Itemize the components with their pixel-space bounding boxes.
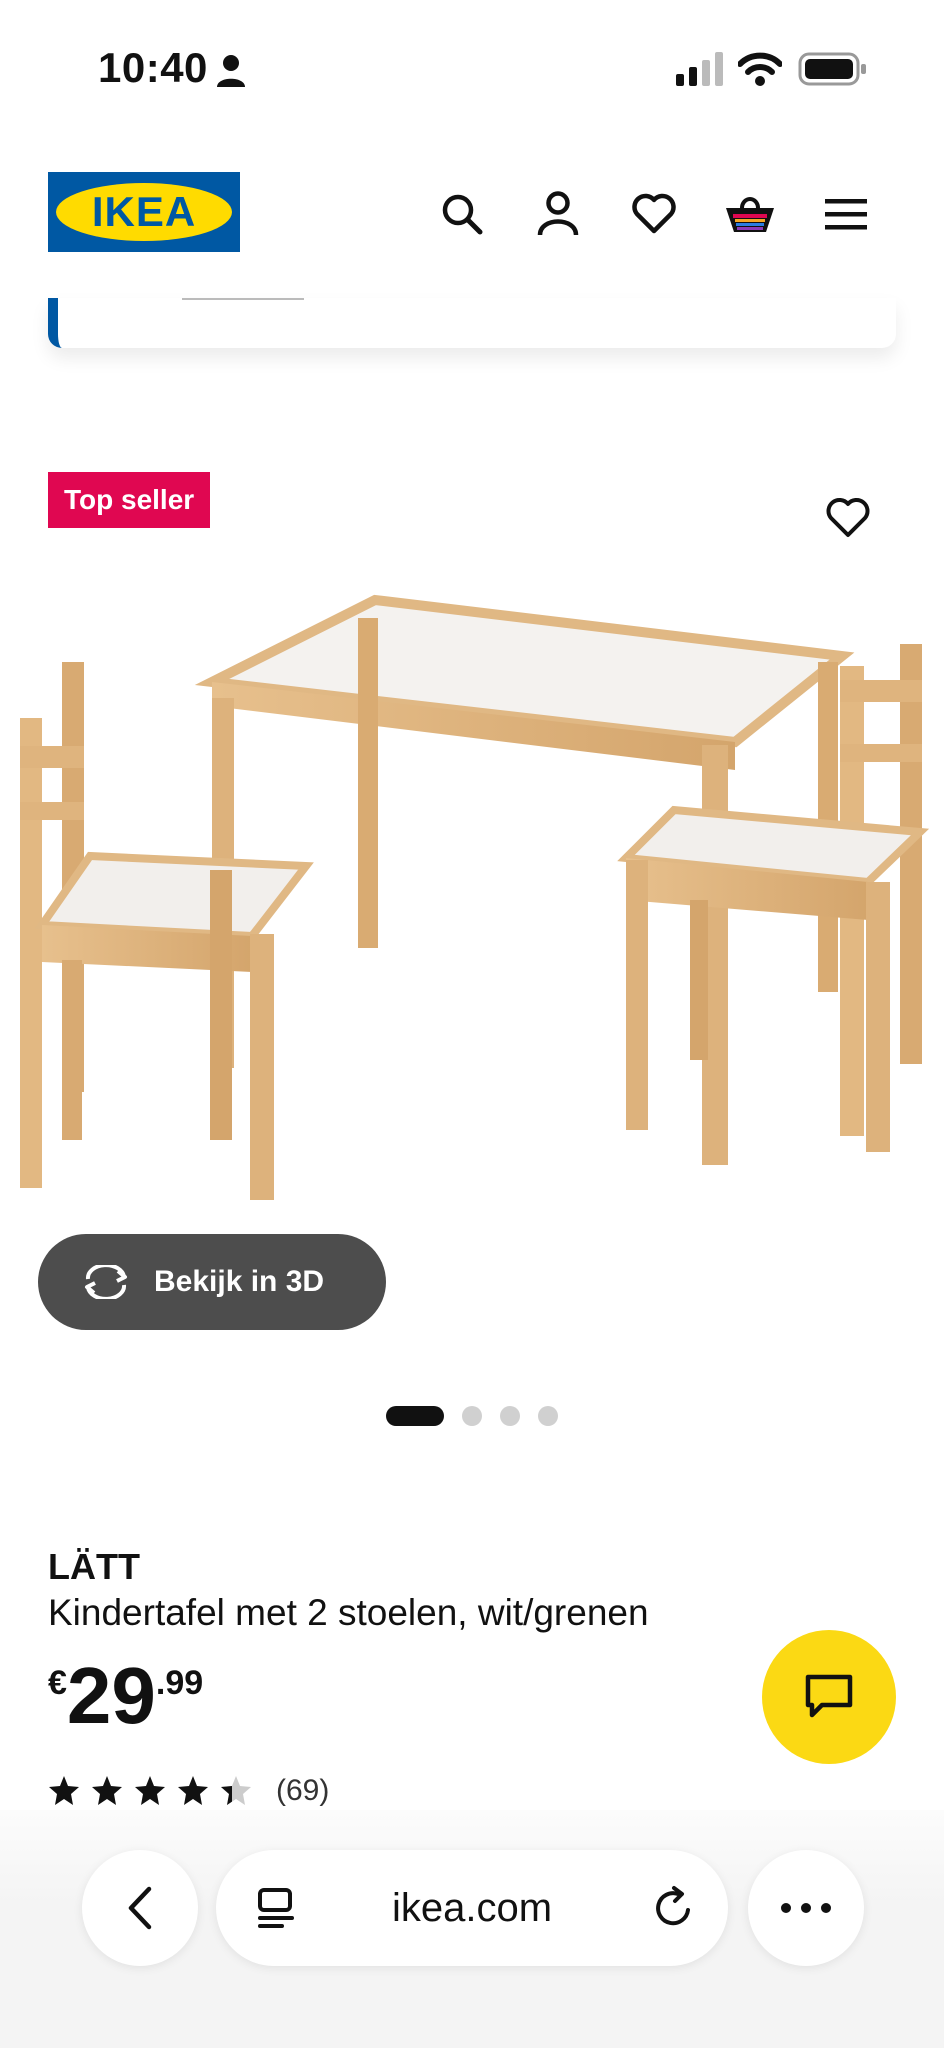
price-decimal: .99 (155, 1664, 204, 1702)
menu-icon[interactable] (818, 186, 874, 242)
logo-oval: IKEA (56, 183, 232, 241)
star-rating-icon (49, 1776, 251, 1805)
signal-icon (676, 52, 724, 91)
image-carousel-dots (0, 1406, 944, 1426)
browser-back-button[interactable] (82, 1850, 198, 1966)
reader-mode-icon[interactable] (256, 1886, 296, 1935)
reload-icon[interactable] (652, 1884, 696, 1935)
view-3d-label: Bekijk in 3D (154, 1265, 325, 1298)
status-bar: 10:40 (0, 0, 944, 130)
ellipsis-icon (781, 1903, 831, 1913)
battery-icon (798, 52, 868, 91)
heart-outline-icon (826, 498, 870, 537)
person-icon (216, 54, 246, 93)
wifi-icon (737, 52, 783, 91)
carousel-dot-1[interactable] (386, 1406, 444, 1426)
chat-bubble-icon (805, 1674, 853, 1718)
notice-underline (182, 298, 304, 300)
url-text: ikea.com (391, 1885, 553, 1930)
notice-card (48, 298, 896, 348)
top-seller-badge: Top seller (48, 472, 211, 528)
carousel-dot-4[interactable] (538, 1406, 558, 1426)
rotate-3d-icon (85, 1265, 127, 1299)
carousel-dot-3[interactable] (500, 1406, 520, 1426)
rating-count: (69) (276, 1774, 330, 1807)
status-time: 10:40 (98, 44, 208, 91)
heart-icon[interactable] (626, 186, 682, 242)
site-header: IKEA (0, 130, 944, 298)
ikea-logo[interactable]: IKEA (48, 172, 240, 252)
chat-button[interactable] (762, 1630, 896, 1764)
browser-more-button[interactable] (748, 1850, 864, 1966)
product-name: LÄTT (48, 1546, 140, 1587)
cart-icon[interactable] (722, 186, 778, 242)
view-3d-button[interactable]: Bekijk in 3D (38, 1234, 386, 1330)
carousel-dot-2[interactable] (462, 1406, 482, 1426)
account-icon[interactable] (530, 186, 586, 242)
price-currency: € (48, 1664, 67, 1702)
favorite-button[interactable] (820, 490, 876, 546)
address-bar[interactable]: ikea.com (216, 1850, 728, 1966)
chevron-left-icon (128, 1886, 152, 1930)
product-image[interactable] (0, 570, 944, 1230)
product-price: € 29 .99 (48, 1656, 203, 1736)
price-integer: 29 (66, 1651, 156, 1740)
logo-text: IKEA (91, 188, 197, 235)
product-rating[interactable]: (69) (48, 1774, 329, 1808)
search-icon[interactable] (434, 186, 490, 242)
product-description: Kindertafel met 2 stoelen, wit/grenen (48, 1592, 649, 1633)
